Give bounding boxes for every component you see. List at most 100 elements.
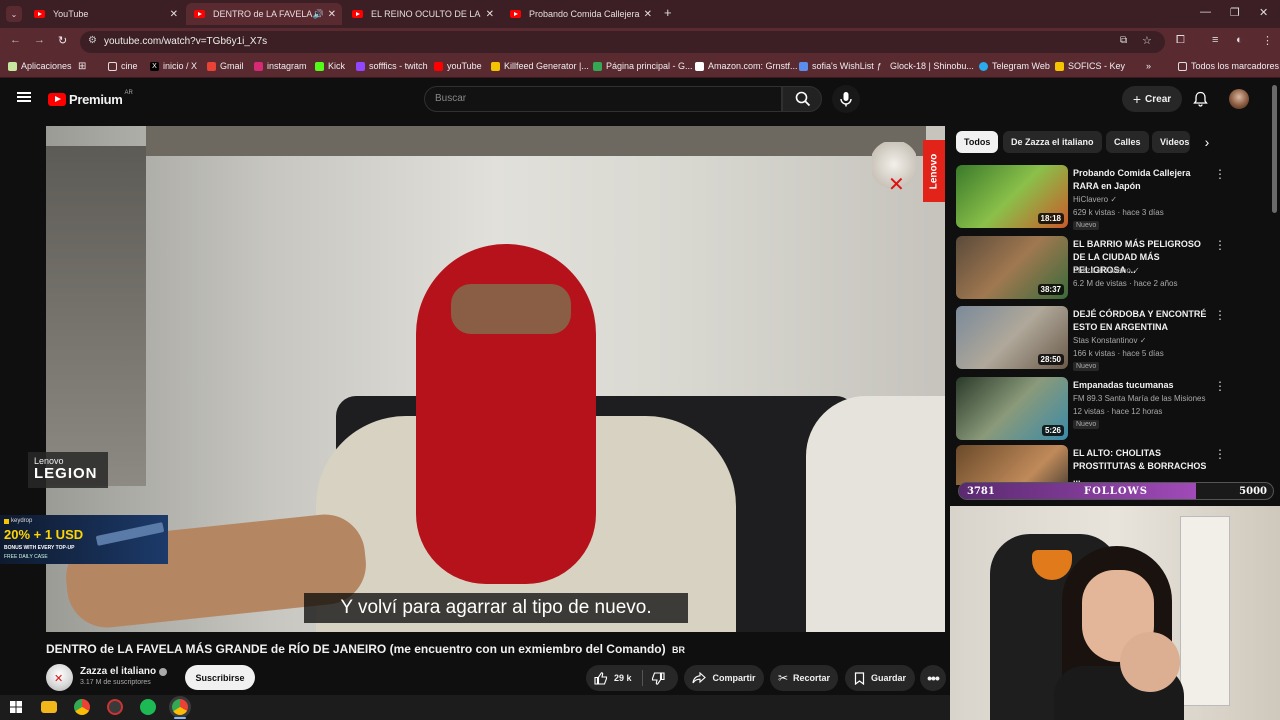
recommendation-item[interactable]: 5:26 Empanadas tucumanas FM 89.3 Santa M… [956,377,1226,441]
create-button[interactable]: + Crear [1122,86,1182,112]
video-title: DENTRO de LA FAVELA MÁS GRANDE de RÍO DE… [46,642,685,656]
recommendation-channel[interactable]: HiClavero ✓ [1073,195,1117,204]
recommendation-channel[interactable]: Zazza el italiano ✓ [1073,266,1140,275]
chip-calles[interactable]: Calles [1106,131,1149,153]
tab-favela-video[interactable]: DENTRO de LA FAVELA MÁ 🔊 ✕ [186,3,342,25]
close-icon[interactable]: ✕ [644,9,652,20]
reload-icon[interactable]: ↻ [58,34,67,47]
speaker-icon[interactable]: 🔊 [313,9,324,20]
back-icon[interactable]: ← [10,34,21,46]
recommendation-title[interactable]: Empanadas tucumanas [1073,379,1213,392]
bookmark-star-icon[interactable]: ☆ [1142,34,1152,47]
recommendation-item[interactable]: 28:50 DEJÉ CÓRDOBA Y ENCONTRÉ ESTO EN AR… [956,306,1226,371]
recommendation-title[interactable]: Probando Comida Callejera RARA en Japón [1073,167,1213,193]
bookmark-apps-grid[interactable]: ⊞ [78,61,86,72]
bookmark-telegram[interactable]: Telegram Web [979,61,1050,71]
more-actions-button[interactable]: ••• [920,665,946,691]
file-explorer-icon[interactable] [41,701,57,713]
new-tab-button[interactable]: + [664,5,672,20]
video-thumbnail[interactable]: 38:37 [956,236,1068,299]
tab-comida-callejera[interactable]: Probando Comida Callejera RA ✕ [502,3,658,25]
microphone-icon [840,92,852,107]
search-button[interactable] [782,86,822,112]
more-vert-icon[interactable]: ⋮ [1214,167,1226,181]
recommendation-channel[interactable]: FM 89.3 Santa María de las Misiones [1073,394,1206,403]
bookmark-amazon[interactable]: Amazon.com: Grnstf... [695,61,798,71]
youtube-logo[interactable]: Premium AR [48,90,133,107]
hamburger-menu-button[interactable] [17,92,31,102]
more-vert-icon[interactable]: ⋮ [1214,447,1226,461]
chip-videos[interactable]: Videos [1152,131,1190,153]
close-icon[interactable]: ✕ [486,9,494,20]
close-window-button[interactable]: ✕ [1259,6,1268,19]
bookmark-wishlist[interactable]: sofia's WishList [799,61,874,71]
bookmark-cine[interactable]: cine [108,61,138,71]
profile-icon[interactable]: ◐ [1236,34,1243,46]
chips-next-button[interactable]: › [1196,131,1218,153]
notifications-button[interactable] [1193,91,1208,107]
video-thumbnail[interactable] [956,445,1068,485]
extensions-icon[interactable]: ⧠ [1176,34,1185,47]
video-player[interactable]: Lenovo ✕ Y volví para agarrar al tipo de… [46,126,945,632]
recommendation-item[interactable]: EL ALTO: CHOLITAS PROSTITUTAS & BORRACHO… [956,445,1226,485]
more-vert-icon[interactable]: ⋮ [1262,34,1273,47]
channel-name[interactable]: Zazza el italiano [80,666,156,677]
bookmark-drive[interactable]: Página principal - G... [593,61,693,71]
tab-search-button[interactable]: ⌄ [6,6,22,22]
close-icon[interactable]: ✕ [328,9,336,20]
chip-todos[interactable]: Todos [956,131,999,153]
like-button[interactable]: 29 k [586,665,632,691]
bookmark-x[interactable]: Xinicio / X [150,61,197,71]
recommendation-item[interactable]: 38:37 EL BARRIO MÁS PELIGROSO DE LA CIUD… [956,236,1226,300]
video-thumbnail[interactable]: 18:18 [956,165,1068,228]
bookmark-instagram[interactable]: instagram [254,61,307,71]
more-vert-icon[interactable]: ⋮ [1214,379,1226,393]
page-scrollbar[interactable] [1272,85,1277,213]
bookmark-youtube[interactable]: youTube [434,61,482,71]
url-text[interactable]: youtube.com/watch?v=TGb6y1i_X7s [104,36,267,47]
tab-youtube[interactable]: YouTube ✕ [26,3,184,25]
dislike-button[interactable] [643,665,665,691]
recommendation-channel[interactable]: Stas Konstantinov ✓ [1073,336,1146,345]
more-vert-icon[interactable]: ⋮ [1214,308,1226,322]
site-info-icon[interactable]: ⚙ [88,35,97,46]
restore-button[interactable]: ❐ [1230,6,1240,19]
spotify-icon[interactable] [140,699,156,715]
close-icon[interactable]: ✕ [170,9,178,20]
address-bar[interactable]: ⚙ youtube.com/watch?v=TGb6y1i_X7s ⧉ ☆ [80,31,1165,53]
recommendation-item[interactable]: 18:18 Probando Comida Callejera RARA en … [956,165,1226,230]
minimize-button[interactable]: — [1200,6,1211,18]
bookmark-glock[interactable]: ƒ Glock-18 | Shinobu... [877,61,974,71]
chip-de-zazza[interactable]: De Zazza el italiano [1003,131,1102,153]
bookmark-gmail[interactable]: Gmail [207,61,244,71]
bookmark-killfeed[interactable]: Killfeed Generator |... [491,61,589,71]
app-icon[interactable] [107,699,123,715]
install-icon[interactable]: ⧉ [1120,35,1127,46]
search-input[interactable]: Buscar [424,86,782,112]
chrome-icon[interactable] [74,699,90,715]
bookmarks-overflow[interactable]: » [1146,61,1151,71]
recommendation-title[interactable]: EL ALTO: CHOLITAS PROSTITUTAS & BORRACHO… [1073,447,1213,485]
channel-avatar[interactable]: ✕ [46,664,73,691]
chrome-profile-icon[interactable] [172,699,188,715]
subscribe-button[interactable]: Suscribirse [185,665,255,690]
bookmark-all[interactable]: Todos los marcadores [1178,61,1279,71]
windows-start-icon[interactable] [8,699,24,715]
keydrop-ad[interactable]: keydrop 20% + 1 USD BONUS WITH EVERY TOP… [0,515,168,564]
share-button[interactable]: Compartir [684,665,764,691]
more-vert-icon[interactable]: ⋮ [1214,238,1226,252]
bookmark-kick[interactable]: Kick [315,61,345,71]
save-button[interactable]: Guardar [845,665,915,691]
avatar[interactable] [1229,89,1249,109]
clip-button[interactable]: ✂ Recortar [770,665,838,691]
bookmark-twitch[interactable]: sofffics - twitch [356,61,428,71]
bookmark-aplicaciones[interactable]: Aplicaciones [8,61,72,71]
forward-icon[interactable]: → [34,34,45,46]
video-thumbnail[interactable]: 28:50 [956,306,1068,369]
bookmark-sofics-key[interactable]: SOFICS - Key [1055,61,1125,71]
media-icon[interactable]: ≡ [1212,34,1218,46]
video-thumbnail[interactable]: 5:26 [956,377,1068,440]
recommendation-title[interactable]: DEJÉ CÓRDOBA Y ENCONTRÉ ESTO EN ARGENTIN… [1073,308,1213,334]
tab-reino-oculto[interactable]: EL REINO OCULTO DE LAS ORO ✕ [344,3,500,25]
voice-search-button[interactable] [832,85,860,113]
